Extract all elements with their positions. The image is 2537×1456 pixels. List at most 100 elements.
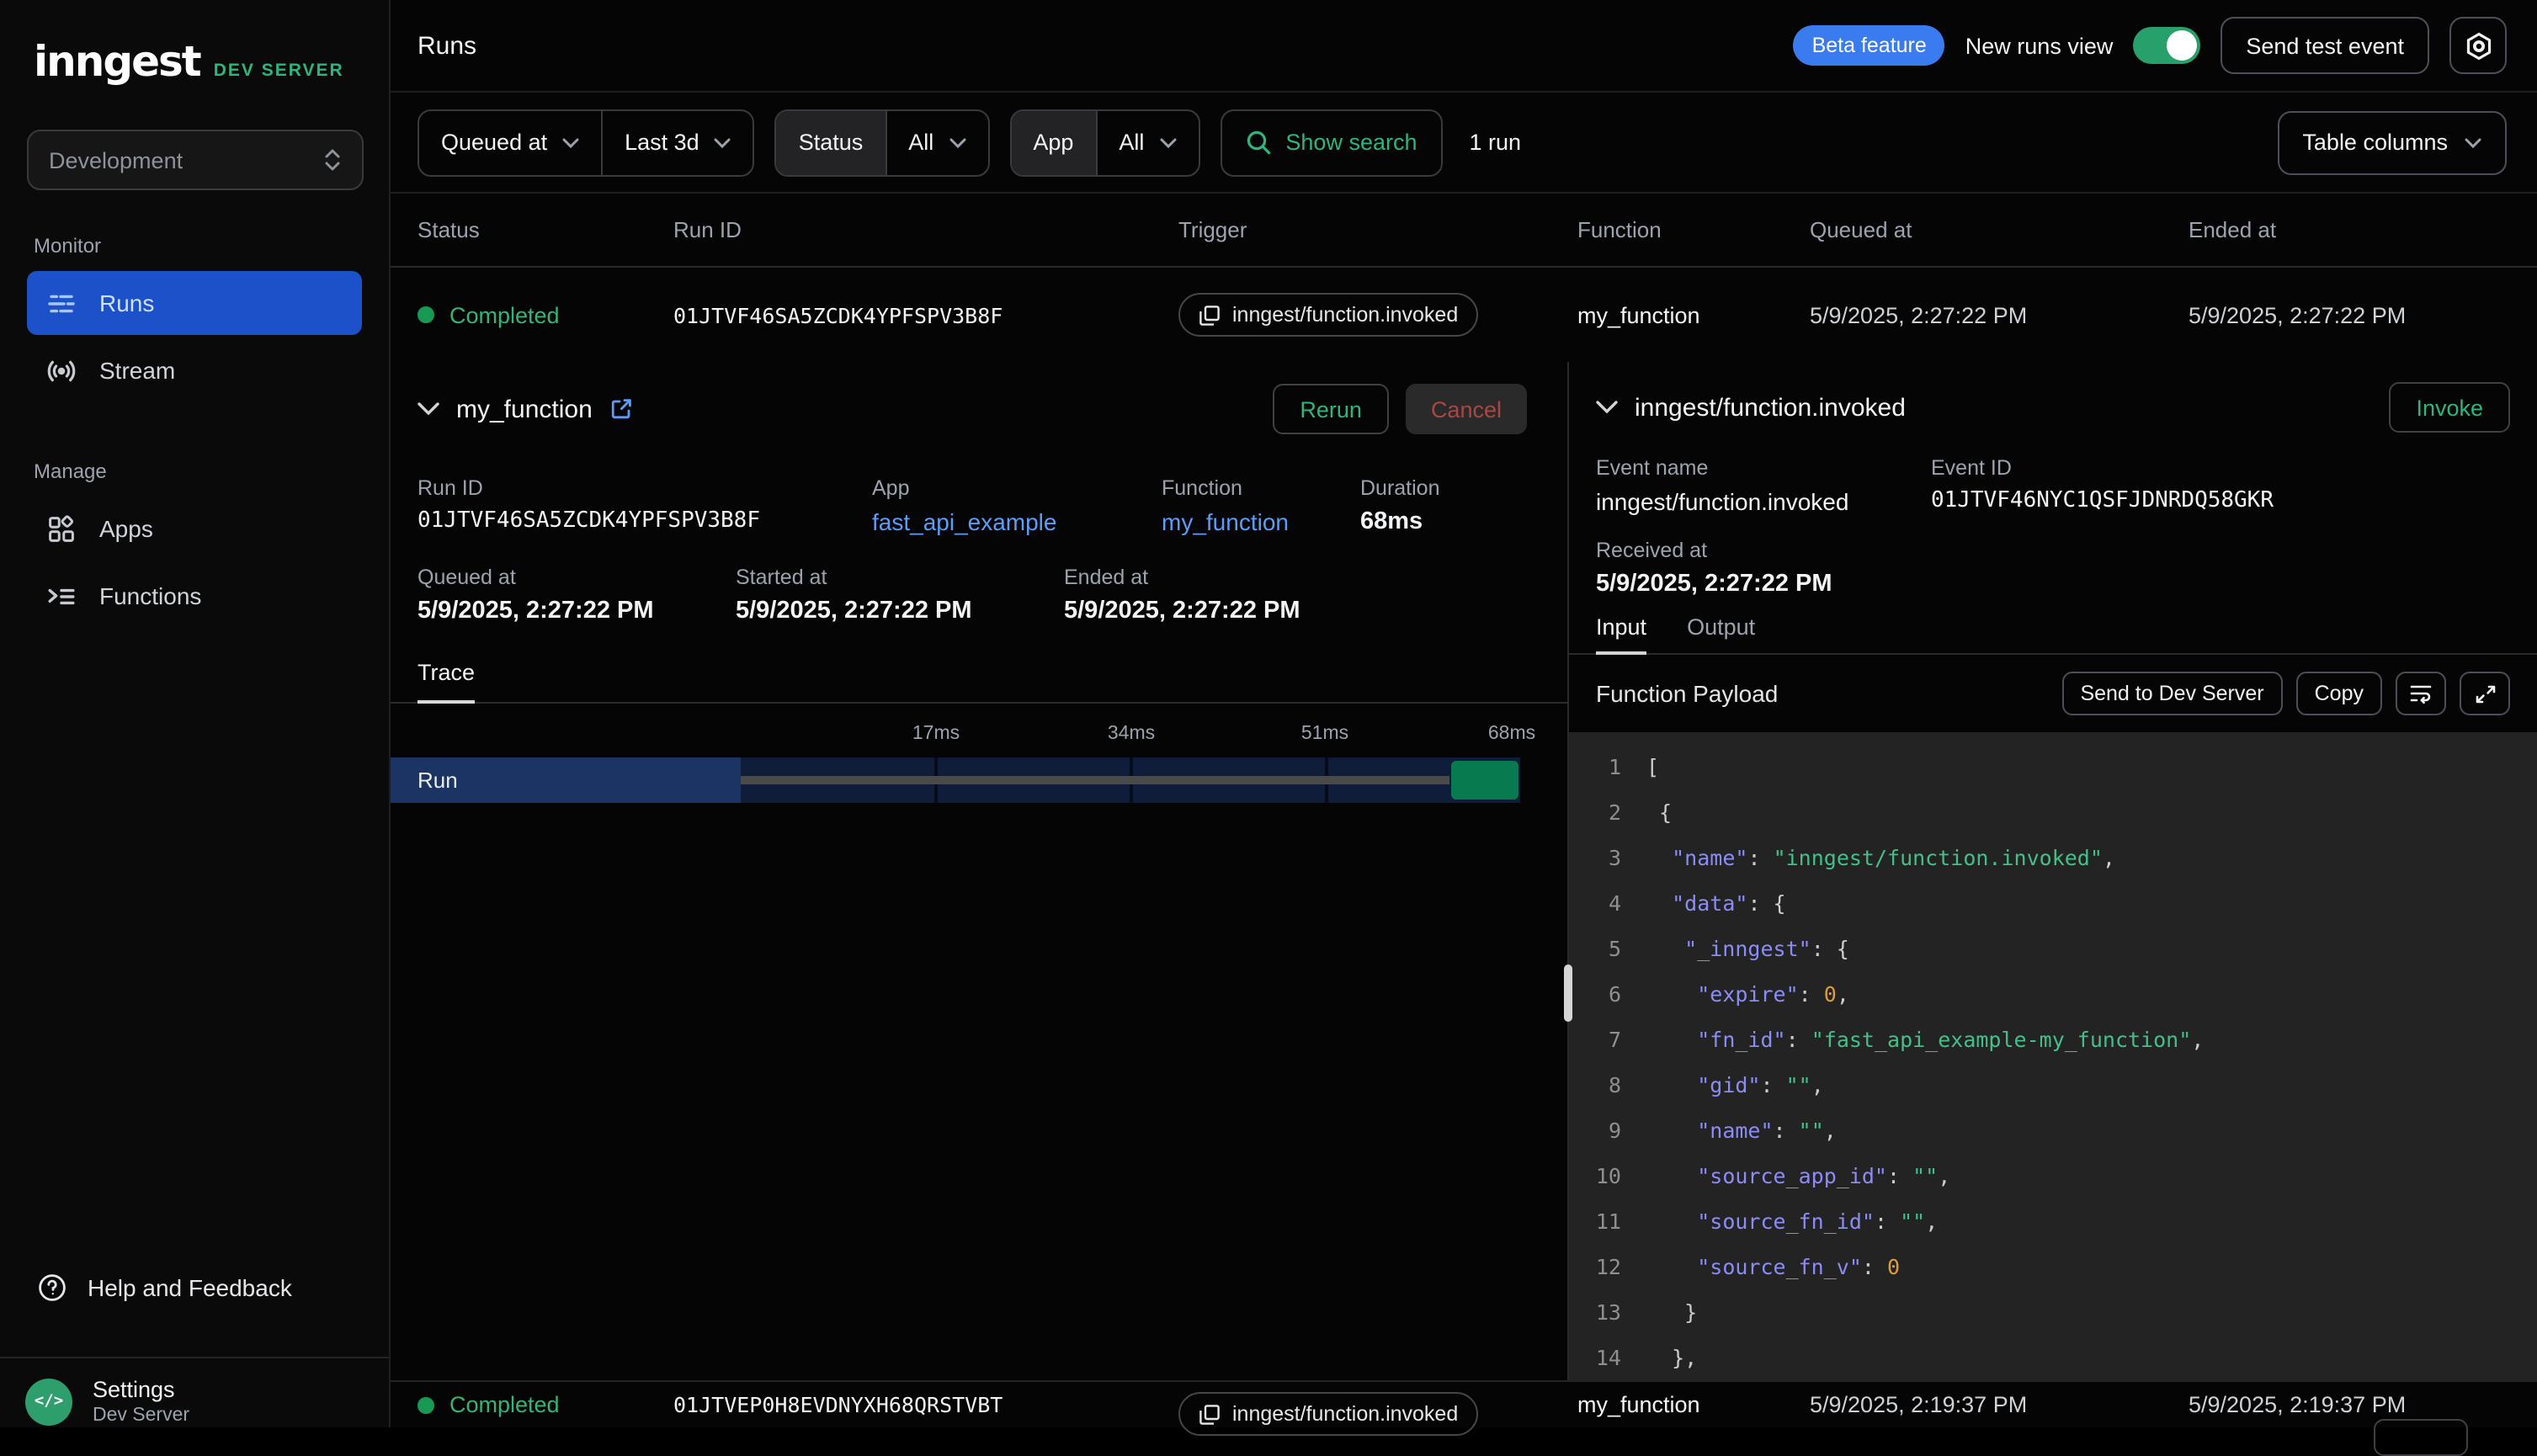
code-line: 10 "source_app_id": "", bbox=[1569, 1153, 2537, 1198]
column-header-trigger: Trigger bbox=[1178, 217, 1577, 242]
field-duration-value: 68ms bbox=[1360, 508, 1527, 535]
field-function: Function my_function bbox=[1162, 476, 1360, 535]
sidebar-item-label: Functions bbox=[99, 582, 201, 609]
sidebar-item-runs[interactable]: Runs bbox=[27, 271, 362, 335]
field-event-id: Event ID 01JTVF46NYC1QSFJDNRDQ58GKR bbox=[1931, 456, 2510, 515]
code-line: 7 "fn_id": "fast_api_example-my_function… bbox=[1569, 1017, 2537, 1062]
collapse-chevron-icon[interactable] bbox=[1596, 401, 1618, 414]
event-name-value: inngest/function.invoked bbox=[1596, 488, 1931, 515]
field-ended-at: Ended at 5/9/2025, 2:27:22 PM bbox=[1064, 566, 1527, 624]
column-header-queued-at: Queued at bbox=[1810, 217, 2189, 242]
app-filter-group: App All bbox=[1009, 109, 1199, 176]
run-detail-pane: my_function Rerun Cancel Run ID 01JTVF46… bbox=[391, 362, 1567, 1380]
status-filter-dropdown[interactable]: All bbox=[885, 110, 987, 174]
line-number: 6 bbox=[1581, 981, 1621, 1007]
settings-footer[interactable]: </> Settings Dev Server bbox=[0, 1357, 389, 1427]
sidebar-item-apps[interactable]: Apps bbox=[27, 497, 362, 561]
event-detail-header: inngest/function.invoked Invoke bbox=[1596, 379, 2510, 436]
settings-button[interactable] bbox=[2449, 17, 2507, 74]
trigger-name: inngest/function.invoked bbox=[1232, 1402, 1458, 1426]
column-header-function: Function bbox=[1577, 217, 1810, 242]
expand-button[interactable] bbox=[2460, 672, 2510, 715]
sidebar-item-functions[interactable]: Functions bbox=[27, 564, 362, 628]
tick-68ms: 68ms bbox=[1488, 724, 1535, 744]
app-filter-dropdown[interactable]: All bbox=[1095, 110, 1198, 174]
column-header-run-id: Run ID bbox=[673, 217, 1178, 242]
status-filter-label: Status bbox=[777, 110, 886, 174]
sidebar-item-stream[interactable]: Stream bbox=[27, 338, 362, 402]
payload-code-editor[interactable]: 1[2 {3 "name": "inngest/function.invoked… bbox=[1569, 732, 2537, 1380]
run-row[interactable]: Completed 01JTVF46SA5ZCDK4YPFSPV3B8F inn… bbox=[391, 268, 2537, 362]
chevron-down-icon bbox=[562, 137, 579, 147]
received-at-value: 5/9/2025, 2:27:22 PM bbox=[1596, 571, 2510, 598]
settings-footer-text: Settings Dev Server bbox=[93, 1374, 189, 1428]
function-link[interactable]: my_function bbox=[1162, 508, 1360, 535]
code-line: 2 { bbox=[1569, 789, 2537, 835]
send-test-event-button[interactable]: Send test event bbox=[2221, 17, 2429, 74]
send-to-dev-server-button[interactable]: Send to Dev Server bbox=[2061, 672, 2282, 715]
pane-resize-handle[interactable] bbox=[1564, 964, 1572, 1022]
event-copy-icon bbox=[1199, 304, 1221, 326]
run-queued-at: 5/9/2025, 2:19:37 PM bbox=[1810, 1392, 2189, 1417]
sidebar-section-manage: Manage bbox=[34, 460, 389, 483]
tick-34ms: 34ms bbox=[1108, 724, 1155, 744]
tab-output[interactable]: Output bbox=[1687, 614, 1755, 655]
sidebar-item-label: Stream bbox=[99, 357, 175, 384]
copy-button[interactable]: Copy bbox=[2296, 672, 2382, 715]
code-line: 3 "name": "inngest/function.invoked", bbox=[1569, 835, 2537, 880]
cancel-button[interactable]: Cancel bbox=[1406, 384, 1527, 434]
field-run-id-value: 01JTVF46SA5ZCDK4YPFSPV3B8F bbox=[418, 508, 872, 534]
stream-icon bbox=[47, 356, 76, 385]
invoke-button[interactable]: Invoke bbox=[2389, 382, 2510, 433]
run-detail-fields-row2: Queued at 5/9/2025, 2:27:22 PM Started a… bbox=[418, 566, 1527, 624]
table-columns-button[interactable]: Table columns bbox=[2277, 110, 2507, 174]
line-number: 10 bbox=[1581, 1163, 1621, 1188]
event-id-value: 01JTVF46NYC1QSFJDNRDQ58GKR bbox=[1931, 488, 2510, 513]
run-ended-at: 5/9/2025, 2:27:22 PM bbox=[2189, 302, 2537, 327]
external-link-icon[interactable] bbox=[609, 397, 633, 421]
app-link[interactable]: fast_api_example bbox=[872, 508, 1162, 535]
environment-select-value: Development bbox=[49, 147, 183, 173]
tick-17ms: 17ms bbox=[912, 724, 960, 744]
clipped-button[interactable] bbox=[2374, 1419, 2468, 1456]
trace-row-run[interactable]: Run bbox=[391, 757, 1520, 803]
code-text: "_inngest": { bbox=[1646, 936, 1849, 961]
event-detail-title: inngest/function.invoked bbox=[1635, 393, 1906, 422]
environment-select[interactable]: Development bbox=[27, 130, 364, 190]
time-field-dropdown[interactable]: Queued at bbox=[419, 110, 601, 174]
payload-actions: Send to Dev Server Copy bbox=[2061, 672, 2510, 715]
trigger-pill[interactable]: inngest/function.invoked bbox=[1178, 1392, 1478, 1436]
trace-execution-span[interactable] bbox=[1451, 761, 1518, 800]
search-icon bbox=[1245, 130, 1270, 155]
collapse-chevron-icon[interactable] bbox=[418, 402, 439, 416]
new-runs-view-toggle[interactable] bbox=[2133, 27, 2200, 64]
code-line: 14 }, bbox=[1569, 1335, 2537, 1380]
apps-icon bbox=[47, 514, 76, 543]
field-received-at: Received at 5/9/2025, 2:27:22 PM bbox=[1596, 539, 2510, 598]
code-line: 11 "source_fn_id": "", bbox=[1569, 1198, 2537, 1244]
line-number: 5 bbox=[1581, 936, 1621, 961]
code-line: 5 "_inngest": { bbox=[1569, 926, 2537, 971]
filter-bar: Queued at Last 3d Status All bbox=[391, 93, 2537, 194]
help-and-feedback[interactable]: Help and Feedback bbox=[27, 1262, 302, 1313]
line-number: 3 bbox=[1581, 845, 1621, 870]
top-bar-actions: Beta feature New runs view Send test eve… bbox=[1794, 17, 2507, 74]
run-status: Completed bbox=[449, 302, 560, 327]
chevron-down-icon bbox=[715, 137, 731, 147]
tab-input[interactable]: Input bbox=[1596, 614, 1646, 655]
code-text: "data": { bbox=[1646, 890, 1786, 916]
beta-feature-badge: Beta feature bbox=[1794, 25, 1945, 66]
column-header-ended-at: Ended at bbox=[2189, 217, 2537, 242]
rerun-button[interactable]: Rerun bbox=[1273, 384, 1389, 434]
settings-label: Settings bbox=[93, 1374, 189, 1403]
time-range-dropdown[interactable]: Last 3d bbox=[601, 110, 753, 174]
run-queued-at: 5/9/2025, 2:27:22 PM bbox=[1810, 302, 2189, 327]
tab-trace[interactable]: Trace bbox=[418, 660, 475, 704]
run-row[interactable]: Completed 01JTVEP0H8EVDNYXH68QRSTVBT inn… bbox=[391, 1380, 2537, 1427]
run-function: my_function bbox=[1577, 302, 1810, 327]
run-id: 01JTVF46SA5ZCDK4YPFSPV3B8F bbox=[673, 302, 1178, 327]
show-search-button[interactable]: Show search bbox=[1220, 109, 1442, 176]
word-wrap-button[interactable] bbox=[2396, 672, 2446, 715]
code-line: 4 "data": { bbox=[1569, 880, 2537, 926]
trigger-pill[interactable]: inngest/function.invoked bbox=[1178, 293, 1478, 337]
